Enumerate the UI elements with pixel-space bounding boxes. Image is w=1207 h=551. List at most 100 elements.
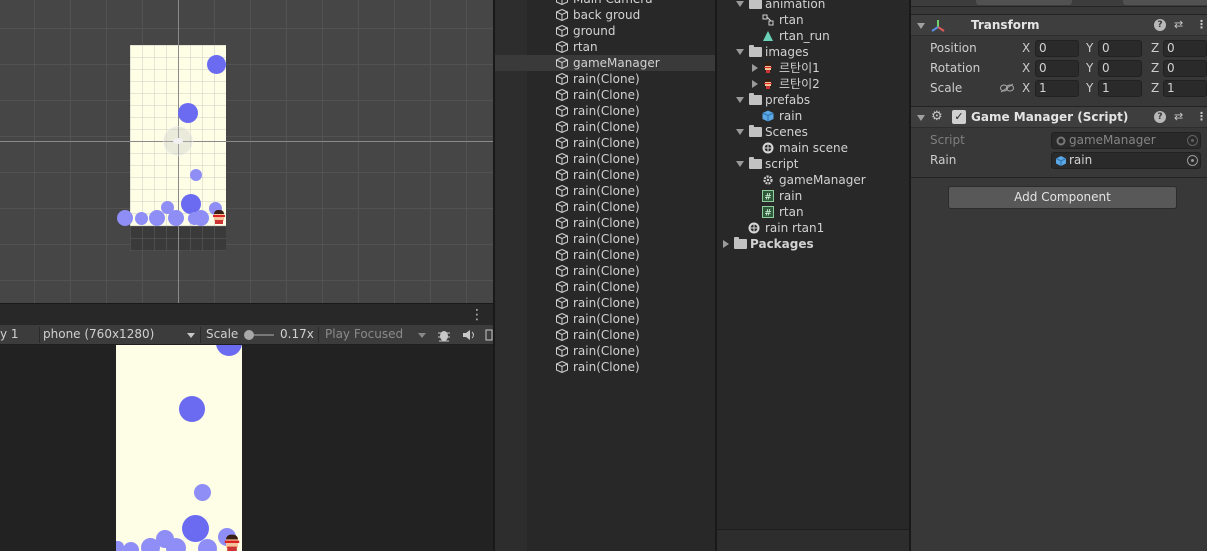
project-folder-item[interactable]: images [717, 44, 909, 60]
gameobject-cube-icon [556, 168, 568, 182]
project-folder-item[interactable]: Scenes [717, 124, 909, 140]
scale-z-field[interactable]: 1 [1163, 80, 1207, 97]
help-icon[interactable]: ? [1154, 111, 1166, 123]
scale-y-field[interactable]: 1 [1098, 80, 1142, 97]
position-x-field[interactable]: 0 [1035, 40, 1079, 57]
gameobject-cube-icon [556, 360, 568, 374]
project-folder-item[interactable]: Packages [717, 236, 909, 252]
hierarchy-item[interactable]: rain(Clone) [495, 295, 715, 311]
axis-y-label: Y [1086, 41, 1094, 55]
layer-dropdown[interactable] [1123, 0, 1207, 5]
hierarchy-item[interactable]: rain(Clone) [495, 119, 715, 135]
hierarchy-item[interactable]: ground [495, 23, 715, 39]
scene-view[interactable] [0, 0, 493, 303]
hierarchy-item[interactable]: rain(Clone) [495, 135, 715, 151]
project-asset-item[interactable]: # rain [717, 188, 909, 204]
hierarchy-item[interactable]: Main Camera [495, 0, 715, 7]
project-asset-item[interactable]: rain rtan1 [717, 220, 909, 236]
play-mode-dropdown[interactable]: Play Focused [325, 325, 429, 345]
hierarchy-item[interactable]: rain(Clone) [495, 231, 715, 247]
speaker-icon[interactable] [462, 325, 476, 345]
hierarchy-item[interactable]: rain(Clone) [495, 343, 715, 359]
scale-label: Scale [206, 327, 239, 341]
hierarchy-item[interactable]: rain(Clone) [495, 183, 715, 199]
chevron-down-icon[interactable] [736, 97, 744, 103]
chevron-right-icon[interactable] [752, 80, 758, 88]
project-asset-item[interactable]: gameManager [717, 172, 909, 188]
chevron-down-icon[interactable] [736, 161, 744, 167]
project-asset-item[interactable]: rtan [717, 12, 909, 28]
rotation-x-field[interactable]: 0 [1035, 60, 1079, 77]
hierarchy-item[interactable]: rain(Clone) [495, 199, 715, 215]
hierarchy-item[interactable]: rain(Clone) [495, 151, 715, 167]
project-asset-item[interactable]: main scene [717, 140, 909, 156]
object-picker-icon[interactable] [1187, 155, 1198, 166]
chevron-right-icon[interactable] [752, 64, 758, 72]
position-y-field[interactable]: 0 [1098, 40, 1142, 57]
game-manager-title: Game Manager (Script) [971, 110, 1129, 124]
more-options-icon[interactable]: ⋮ [470, 307, 484, 323]
project-folder-item[interactable]: script [717, 156, 909, 172]
hierarchy-item[interactable]: rain(Clone) [495, 279, 715, 295]
position-z-field[interactable]: 0 [1163, 40, 1207, 57]
rain-drop[interactable] [168, 210, 184, 226]
rotation-y-field[interactable]: 0 [1098, 60, 1142, 77]
rtan-character-sprite[interactable] [212, 210, 226, 224]
add-component-button[interactable]: Add Component [948, 186, 1177, 209]
hierarchy-item[interactable]: rain(Clone) [495, 327, 715, 343]
chevron-down-icon[interactable] [917, 115, 925, 121]
project-folder-item[interactable]: animation [717, 0, 909, 12]
rain-drop[interactable] [135, 212, 148, 225]
chevron-down-icon[interactable] [736, 49, 744, 55]
project-asset-item[interactable]: 르탄이2 [717, 76, 909, 92]
project-asset-item[interactable]: 르탄이1 [717, 60, 909, 76]
project-asset-item[interactable]: rtan_run [717, 28, 909, 44]
project-asset-item[interactable]: rain [717, 108, 909, 124]
project-asset-item[interactable]: # rtan [717, 204, 909, 220]
chevron-down-icon [187, 333, 195, 338]
scale-slider-handle[interactable] [244, 330, 254, 340]
hierarchy-item[interactable]: rain(Clone) [495, 167, 715, 183]
stats-icon[interactable] [485, 325, 493, 345]
rain-drop[interactable] [193, 210, 209, 226]
component-enabled-checkbox[interactable]: ✓ [952, 110, 966, 124]
bug-icon[interactable] [437, 325, 451, 345]
hierarchy-item[interactable]: rain(Clone) [495, 263, 715, 279]
hierarchy-item[interactable]: rain(Clone) [495, 71, 715, 87]
transform-component-header[interactable]: Transform ? ⇄ ⋮ [911, 14, 1207, 36]
hierarchy-item[interactable]: rain(Clone) [495, 103, 715, 119]
context-menu-icon[interactable]: ⋮ [1196, 110, 1207, 123]
scale-x-field[interactable]: 1 [1035, 80, 1079, 97]
chevron-down-icon[interactable] [917, 23, 925, 29]
display-dropdown[interactable]: y 1 [0, 325, 38, 356]
chevron-down-icon[interactable] [736, 129, 744, 135]
game-manager-component-header[interactable]: ⚙ ✓ Game Manager (Script) ? ⇄ ⋮ [911, 106, 1207, 128]
game-view[interactable] [0, 345, 493, 551]
rain-drop[interactable] [190, 169, 202, 181]
project-folder-item[interactable]: prefabs [717, 92, 909, 108]
chevron-right-icon[interactable] [723, 240, 729, 248]
rotation-z-field[interactable]: 0 [1163, 60, 1207, 77]
rain-drop[interactable] [117, 210, 133, 226]
rain-object-field[interactable]: rain [1051, 152, 1201, 169]
hierarchy-item[interactable]: rtan [495, 39, 715, 55]
rain-drop[interactable] [207, 55, 226, 74]
help-icon[interactable]: ? [1154, 19, 1166, 31]
chevron-down-icon[interactable] [736, 1, 744, 7]
constrain-proportions-icon[interactable] [1000, 83, 1014, 93]
tag-dropdown[interactable] [976, 0, 1072, 5]
hierarchy-item[interactable]: rain(Clone) [495, 311, 715, 327]
gameobject-cube-icon [556, 312, 568, 326]
hierarchy-item[interactable]: gameManager [495, 55, 715, 71]
hierarchy-item[interactable]: back groud [495, 7, 715, 23]
rain-drop[interactable] [178, 103, 198, 123]
context-menu-icon[interactable]: ⋮ [1196, 18, 1207, 31]
hierarchy-item[interactable]: rain(Clone) [495, 87, 715, 103]
rain-drop[interactable] [149, 210, 165, 226]
resolution-dropdown[interactable]: phone (760x1280) [43, 325, 198, 345]
hierarchy-item[interactable]: rain(Clone) [495, 215, 715, 231]
preset-icon[interactable]: ⇄ [1174, 110, 1183, 123]
hierarchy-item[interactable]: rain(Clone) [495, 359, 715, 375]
hierarchy-item[interactable]: rain(Clone) [495, 247, 715, 263]
preset-icon[interactable]: ⇄ [1174, 18, 1183, 31]
